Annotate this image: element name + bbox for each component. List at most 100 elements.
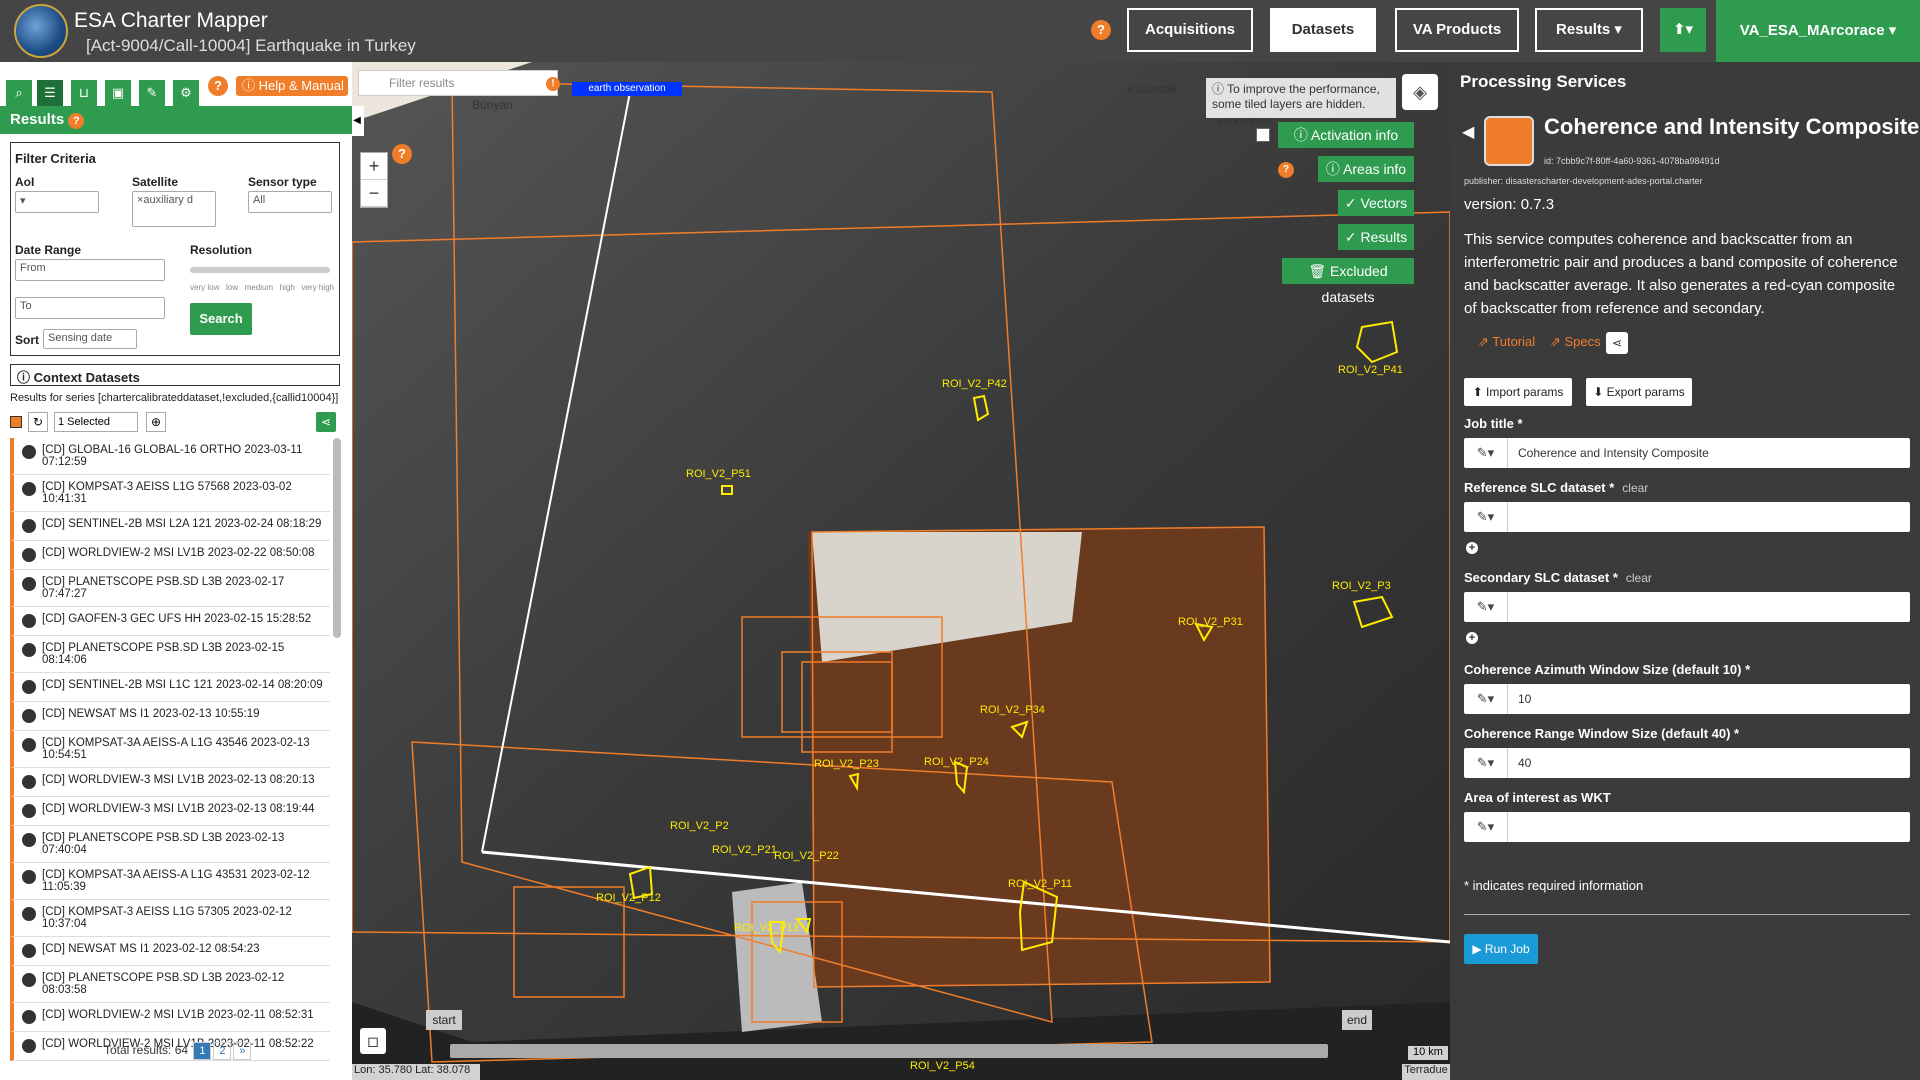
map-help-icon[interactable]: ? xyxy=(392,144,412,164)
roi-p2[interactable]: ROI_V2_P2 xyxy=(670,820,729,832)
back-icon[interactable]: ◀ xyxy=(1462,122,1474,142)
map-view[interactable]: Filter results ! earth observation Bünya… xyxy=(352,62,1450,1080)
roi-p34[interactable]: ROI_V2_P34 xyxy=(980,704,1045,716)
list-item[interactable]: [CD] GLOBAL-16 GLOBAL-16 ORTHO 2023-03-1… xyxy=(10,438,330,475)
vectors-button[interactable]: ✓ Vectors xyxy=(1338,190,1414,216)
resolution-slider[interactable] xyxy=(190,267,330,273)
list-item[interactable]: [CD] PLANETSCOPE PSB.SD L3B 2023-02-15 0… xyxy=(10,636,330,673)
archive-tab-icon[interactable]: ▣ xyxy=(105,80,131,106)
list-item[interactable]: [CD] KOMPSAT-3A AEISS-A L1G 43531 2023-0… xyxy=(10,863,330,900)
aoi-wkt-field[interactable]: ✎▾ xyxy=(1464,812,1910,842)
page-1[interactable]: 1 xyxy=(193,1042,212,1060)
map-search-input[interactable]: Filter results xyxy=(358,70,558,96)
roi-p21[interactable]: ROI_V2_P21 xyxy=(712,844,777,856)
list-item[interactable]: [CD] KOMPSAT-3A AEISS-A L1G 43546 2023-0… xyxy=(10,731,330,768)
gear-tab-icon[interactable]: ⚙ xyxy=(173,80,199,106)
context-datasets-header[interactable]: ⓘ Context Datasets xyxy=(10,364,340,386)
list-item[interactable]: [CD] KOMPSAT-3 AEISS L1G 57305 2023-02-1… xyxy=(10,900,330,937)
sort-select[interactable]: Sensing date xyxy=(43,329,137,349)
refresh-icon[interactable]: ↻ xyxy=(28,412,48,432)
nav-datasets[interactable]: Datasets xyxy=(1270,8,1376,52)
zoom-in-button[interactable]: + xyxy=(361,153,387,180)
sensor-select[interactable]: All xyxy=(248,191,332,213)
search-tab-icon[interactable]: ⌕ xyxy=(6,80,32,106)
export-params-button[interactable]: ⬇ Export params xyxy=(1586,378,1692,406)
list-scrollbar[interactable] xyxy=(333,438,341,638)
list-item[interactable]: [CD] SENTINEL-2B MSI L2A 121 2023-02-24 … xyxy=(10,512,330,541)
roi-p3[interactable]: ROI_V2_P3 xyxy=(1332,580,1391,592)
page-2[interactable]: 2 xyxy=(213,1042,232,1060)
list-item[interactable]: [CD] NEWSAT MS I1 2023-02-13 10:55:19 xyxy=(10,702,330,731)
share-icon[interactable]: ⋖ xyxy=(1606,332,1628,354)
list-item[interactable]: [CD] WORLDVIEW-3 MSI LV1B 2023-02-13 08:… xyxy=(10,768,330,797)
satellite-select[interactable]: ×auxiliary d xyxy=(132,191,216,227)
roi-p41[interactable]: ROI_V2_P41 xyxy=(1338,364,1403,376)
roi-p31[interactable]: ROI_V2_P31 xyxy=(1178,616,1243,628)
azimuth-field[interactable]: ✎▾ 10 xyxy=(1464,684,1910,714)
roi-p12[interactable]: ROI_V2_P12 xyxy=(596,892,661,904)
user-menu[interactable]: VA_ESA_MArcorace ▾ xyxy=(1716,0,1920,62)
selected-dropdown[interactable]: 1 Selected xyxy=(54,412,138,432)
nav-acquisitions[interactable]: Acquisitions xyxy=(1127,8,1253,52)
specs-link[interactable]: ⇗ Specs xyxy=(1550,334,1601,350)
add-reference-icon[interactable]: + xyxy=(1466,542,1478,554)
list-item[interactable]: [CD] PLANETSCOPE PSB.SD L3B 2023-02-12 0… xyxy=(10,966,330,1003)
wand-icon[interactable]: ✎▾ xyxy=(1464,748,1508,778)
help-icon[interactable]: ? xyxy=(208,76,228,96)
reference-clear[interactable]: clear xyxy=(1622,481,1648,495)
list-item[interactable]: [CD] GAOFEN-3 GEC UFS HH 2023-02-15 15:2… xyxy=(10,607,330,636)
results-layer-button[interactable]: ✓ Results xyxy=(1338,224,1414,250)
help-icon[interactable]: ? xyxy=(1091,20,1111,40)
date-to-input[interactable]: To xyxy=(15,297,165,319)
roi-p42[interactable]: ROI_V2_P42 xyxy=(942,378,1007,390)
basket-tab-icon[interactable]: ⊔ xyxy=(71,80,97,106)
collapse-left-icon[interactable]: ◀ xyxy=(352,106,364,136)
roi-p23[interactable]: ROI_V2_P23 xyxy=(814,758,879,770)
areas-help-icon[interactable]: ? xyxy=(1278,162,1294,178)
layers-icon[interactable]: ◈ xyxy=(1402,74,1438,110)
wand-icon[interactable]: ✎▾ xyxy=(1464,684,1508,714)
timeline-slider[interactable] xyxy=(450,1044,1328,1058)
map-search-help-icon[interactable]: ! xyxy=(546,77,560,91)
import-params-button[interactable]: ⬆ Import params xyxy=(1464,378,1572,406)
add-secondary-icon[interactable]: + xyxy=(1466,632,1478,644)
job-title-field[interactable]: ✎▾ Coherence and Intensity Composite xyxy=(1464,438,1910,468)
search-button[interactable]: Search xyxy=(190,303,252,335)
range-field[interactable]: ✎▾ 40 xyxy=(1464,748,1910,778)
page-next[interactable]: » xyxy=(233,1042,252,1060)
excluded-datasets-button[interactable]: 🗑 Excluded datasets xyxy=(1282,258,1414,305)
wand-icon[interactable]: ✎▾ xyxy=(1464,812,1508,842)
list-item[interactable]: [CD] WORLDVIEW-2 MSI LV1B 2023-02-22 08:… xyxy=(10,541,330,570)
help-manual-button[interactable]: ⓘ Help & Manual xyxy=(236,76,348,96)
list-item[interactable]: [CD] KOMPSAT-3 AEISS L1G 57568 2023-03-0… xyxy=(10,475,330,512)
list-item[interactable]: [CD] NEWSAT MS I1 2023-02-12 08:54:23 xyxy=(10,937,330,966)
wand-icon[interactable]: ✎▾ xyxy=(1464,502,1508,532)
list-item[interactable]: [CD] WORLDVIEW-2 MSI LV1B 2023-02-11 08:… xyxy=(10,1003,330,1032)
date-from-input[interactable]: From xyxy=(15,259,165,281)
wand-icon[interactable]: ✎▾ xyxy=(1464,438,1508,468)
pencil-tab-icon[interactable]: ✎ xyxy=(139,80,165,106)
activation-info-checkbox[interactable] xyxy=(1256,128,1270,142)
secondary-clear[interactable]: clear xyxy=(1626,571,1652,585)
select-all-checkbox[interactable] xyxy=(10,416,22,428)
list-item[interactable]: [CD] SENTINEL-2B MSI L1C 121 2023-02-14 … xyxy=(10,673,330,702)
roi-p13[interactable]: ROI_V2_P13 xyxy=(734,922,799,934)
roi-p24[interactable]: ROI_V2_P24 xyxy=(924,756,989,768)
zoom-out-button[interactable]: − xyxy=(361,180,387,207)
nav-results[interactable]: Results ▾ xyxy=(1535,8,1643,52)
tutorial-link[interactable]: ⇗ Tutorial xyxy=(1478,334,1535,350)
wand-icon[interactable]: ✎▾ xyxy=(1464,592,1508,622)
reference-field[interactable]: ✎▾ xyxy=(1464,502,1910,532)
roi-p11[interactable]: ROI_V2_P11 xyxy=(1008,878,1072,890)
run-job-button[interactable]: ▶ Run Job xyxy=(1464,934,1538,964)
list-item[interactable]: [CD] PLANETSCOPE PSB.SD L3B 2023-02-17 0… xyxy=(10,570,330,607)
timeline-toggle-icon[interactable]: ◻ xyxy=(360,1028,386,1054)
list-item[interactable]: [CD] PLANETSCOPE PSB.SD L3B 2023-02-13 0… xyxy=(10,826,330,863)
roi-p51[interactable]: ROI_V2_P51 xyxy=(686,468,751,480)
secondary-field[interactable]: ✎▾ xyxy=(1464,592,1910,622)
share-icon[interactable]: ⋖ xyxy=(316,412,336,432)
basket-add-icon[interactable]: ⊕ xyxy=(146,412,166,432)
roi-p22[interactable]: ROI_V2_P22 xyxy=(774,850,839,862)
aoi-select[interactable]: ▾ xyxy=(15,191,99,213)
upload-icon[interactable]: ⬆▾ xyxy=(1660,8,1706,52)
